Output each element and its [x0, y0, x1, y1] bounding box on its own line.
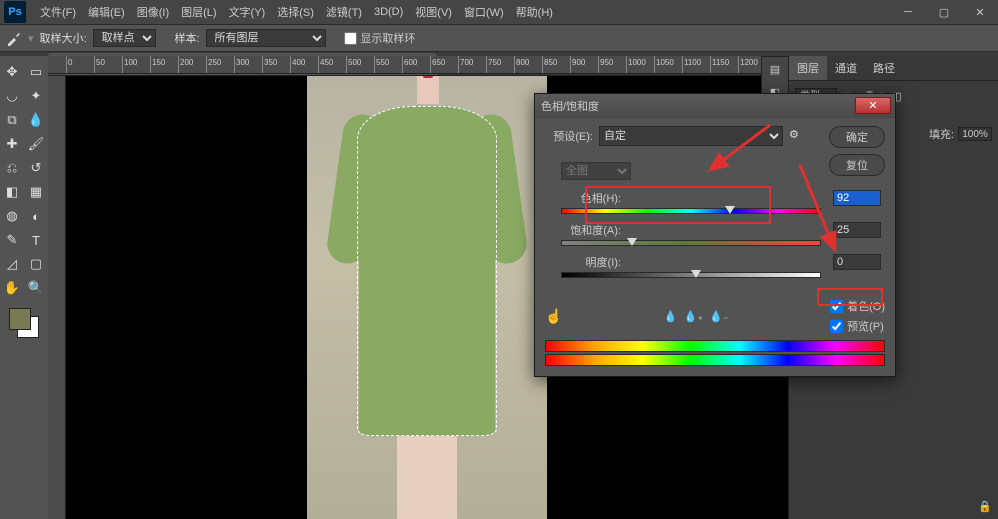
tab-layers[interactable]: 图层: [789, 56, 827, 80]
tool-heal[interactable]: ✚: [1, 133, 23, 155]
tool-history[interactable]: ↺: [25, 157, 47, 179]
show-ring-checkbox[interactable]: 显示取样环: [344, 30, 415, 46]
menu-help[interactable]: 帮助(H): [510, 4, 559, 20]
lightness-input[interactable]: [833, 254, 881, 270]
saturation-input[interactable]: [833, 222, 881, 238]
hue-saturation-dialog: 色相/饱和度 ✕ 确定 复位 预设(E): 自定 ⚙ 全图 色相(H): 饱和度…: [534, 93, 896, 377]
eyedropper-set-icon[interactable]: 💧: [664, 310, 678, 323]
window-maximize[interactable]: ▢: [926, 0, 962, 24]
tool-zoom[interactable]: 🔍: [25, 277, 47, 299]
sample-size-select[interactable]: 取样点: [93, 29, 156, 47]
eyedropper-sub-icon[interactable]: 💧₋: [709, 310, 729, 323]
hue-bar-bottom: [545, 354, 885, 366]
sample-size-label: 取样大小:: [40, 30, 87, 46]
color-swatches[interactable]: [7, 306, 41, 340]
menu-image[interactable]: 图像(I): [131, 4, 175, 20]
menu-text[interactable]: 文字(Y): [223, 4, 272, 20]
sample-label: 样本:: [174, 30, 199, 46]
saturation-label: 饱和度(A):: [561, 222, 621, 238]
colorize-checkbox[interactable]: 着色(O): [830, 298, 885, 314]
menu-3d[interactable]: 3D(D): [368, 6, 409, 18]
tool-crop[interactable]: ⧉: [1, 109, 23, 131]
tool-path[interactable]: ◿: [1, 253, 23, 275]
hue-label: 色相(H):: [561, 190, 621, 206]
menu-layer[interactable]: 图层(L): [175, 4, 222, 20]
tool-blur[interactable]: ◍: [1, 205, 23, 227]
tab-paths[interactable]: 路径: [865, 56, 903, 80]
color-range-select[interactable]: 全图: [561, 162, 631, 180]
tools-panel: ✥▭ ◡✦ ⧉💧 ✚🖌 ⎌↺ ◧▦ ◍◐ ✎T ◿▢ ✋🔍: [0, 56, 48, 519]
menu-select[interactable]: 选择(S): [271, 4, 320, 20]
reset-button[interactable]: 复位: [829, 154, 885, 176]
hue-input[interactable]: [833, 190, 881, 206]
tool-eyedropper[interactable]: 💧: [25, 109, 47, 131]
preset-select[interactable]: 自定: [599, 126, 783, 146]
saturation-slider[interactable]: [561, 240, 821, 246]
hue-slider[interactable]: [561, 208, 821, 214]
fill-input[interactable]: [958, 127, 992, 141]
fill-label: 填充:: [929, 126, 954, 142]
dialog-close-button[interactable]: ✕: [855, 97, 891, 114]
hue-bar-top: [545, 340, 885, 352]
menu-view[interactable]: 视图(V): [409, 4, 458, 20]
fg-color[interactable]: [9, 308, 31, 330]
ok-button[interactable]: 确定: [829, 126, 885, 148]
tool-move[interactable]: ✥: [1, 61, 23, 83]
eyedropper-icon: [6, 30, 22, 46]
eyedropper-add-icon[interactable]: 💧₊: [684, 310, 704, 323]
window-close[interactable]: ✕: [962, 0, 998, 24]
ruler-vertical: [48, 76, 66, 519]
lightness-slider[interactable]: [561, 272, 821, 278]
history-panel-icon[interactable]: ▤: [770, 63, 780, 76]
options-bar: ▾ 取样大小: 取样点 │ 样本: 所有图层 │ 显示取样环: [0, 24, 998, 52]
tool-shape[interactable]: ▢: [25, 253, 47, 275]
dialog-title: 色相/饱和度: [541, 98, 599, 114]
menu-edit[interactable]: 编辑(E): [82, 4, 131, 20]
tool-dodge[interactable]: ◐: [25, 205, 47, 227]
tool-lasso[interactable]: ◡: [1, 85, 23, 107]
menu-file[interactable]: 文件(F): [34, 4, 82, 20]
hand-scrubby-icon[interactable]: ☝: [545, 308, 562, 325]
dialog-titlebar[interactable]: 色相/饱和度 ✕: [535, 94, 895, 118]
preset-gear-icon[interactable]: ⚙: [789, 128, 805, 144]
tool-gradient[interactable]: ▦: [25, 181, 47, 203]
tool-wand[interactable]: ✦: [25, 85, 47, 107]
tool-brush[interactable]: 🖌: [25, 133, 47, 155]
tab-channels[interactable]: 通道: [827, 56, 865, 80]
app-logo: Ps: [4, 1, 26, 23]
tool-pen[interactable]: ✎: [1, 229, 23, 251]
document-image: [307, 76, 547, 519]
preview-checkbox[interactable]: 预览(P): [830, 318, 884, 334]
tool-hand[interactable]: ✋: [1, 277, 23, 299]
preset-label: 预设(E):: [545, 128, 593, 144]
lightness-label: 明度(I):: [561, 254, 621, 270]
menu-filter[interactable]: 滤镜(T): [320, 4, 368, 20]
tool-eraser[interactable]: ◧: [1, 181, 23, 203]
ruler-horizontal: 0501001502002503003504004505005506006507…: [48, 56, 788, 74]
tool-stamp[interactable]: ⎌: [1, 157, 23, 179]
window-minimize[interactable]: ─: [890, 0, 926, 24]
menu-window[interactable]: 窗口(W): [458, 4, 510, 20]
menu-bar: Ps 文件(F) 编辑(E) 图像(I) 图层(L) 文字(Y) 选择(S) 滤…: [0, 0, 998, 24]
tool-marquee[interactable]: ▭: [25, 61, 47, 83]
lock-all-icon[interactable]: 🔒: [978, 500, 992, 513]
tool-type[interactable]: T: [25, 229, 47, 251]
sample-select[interactable]: 所有图层: [206, 29, 326, 47]
